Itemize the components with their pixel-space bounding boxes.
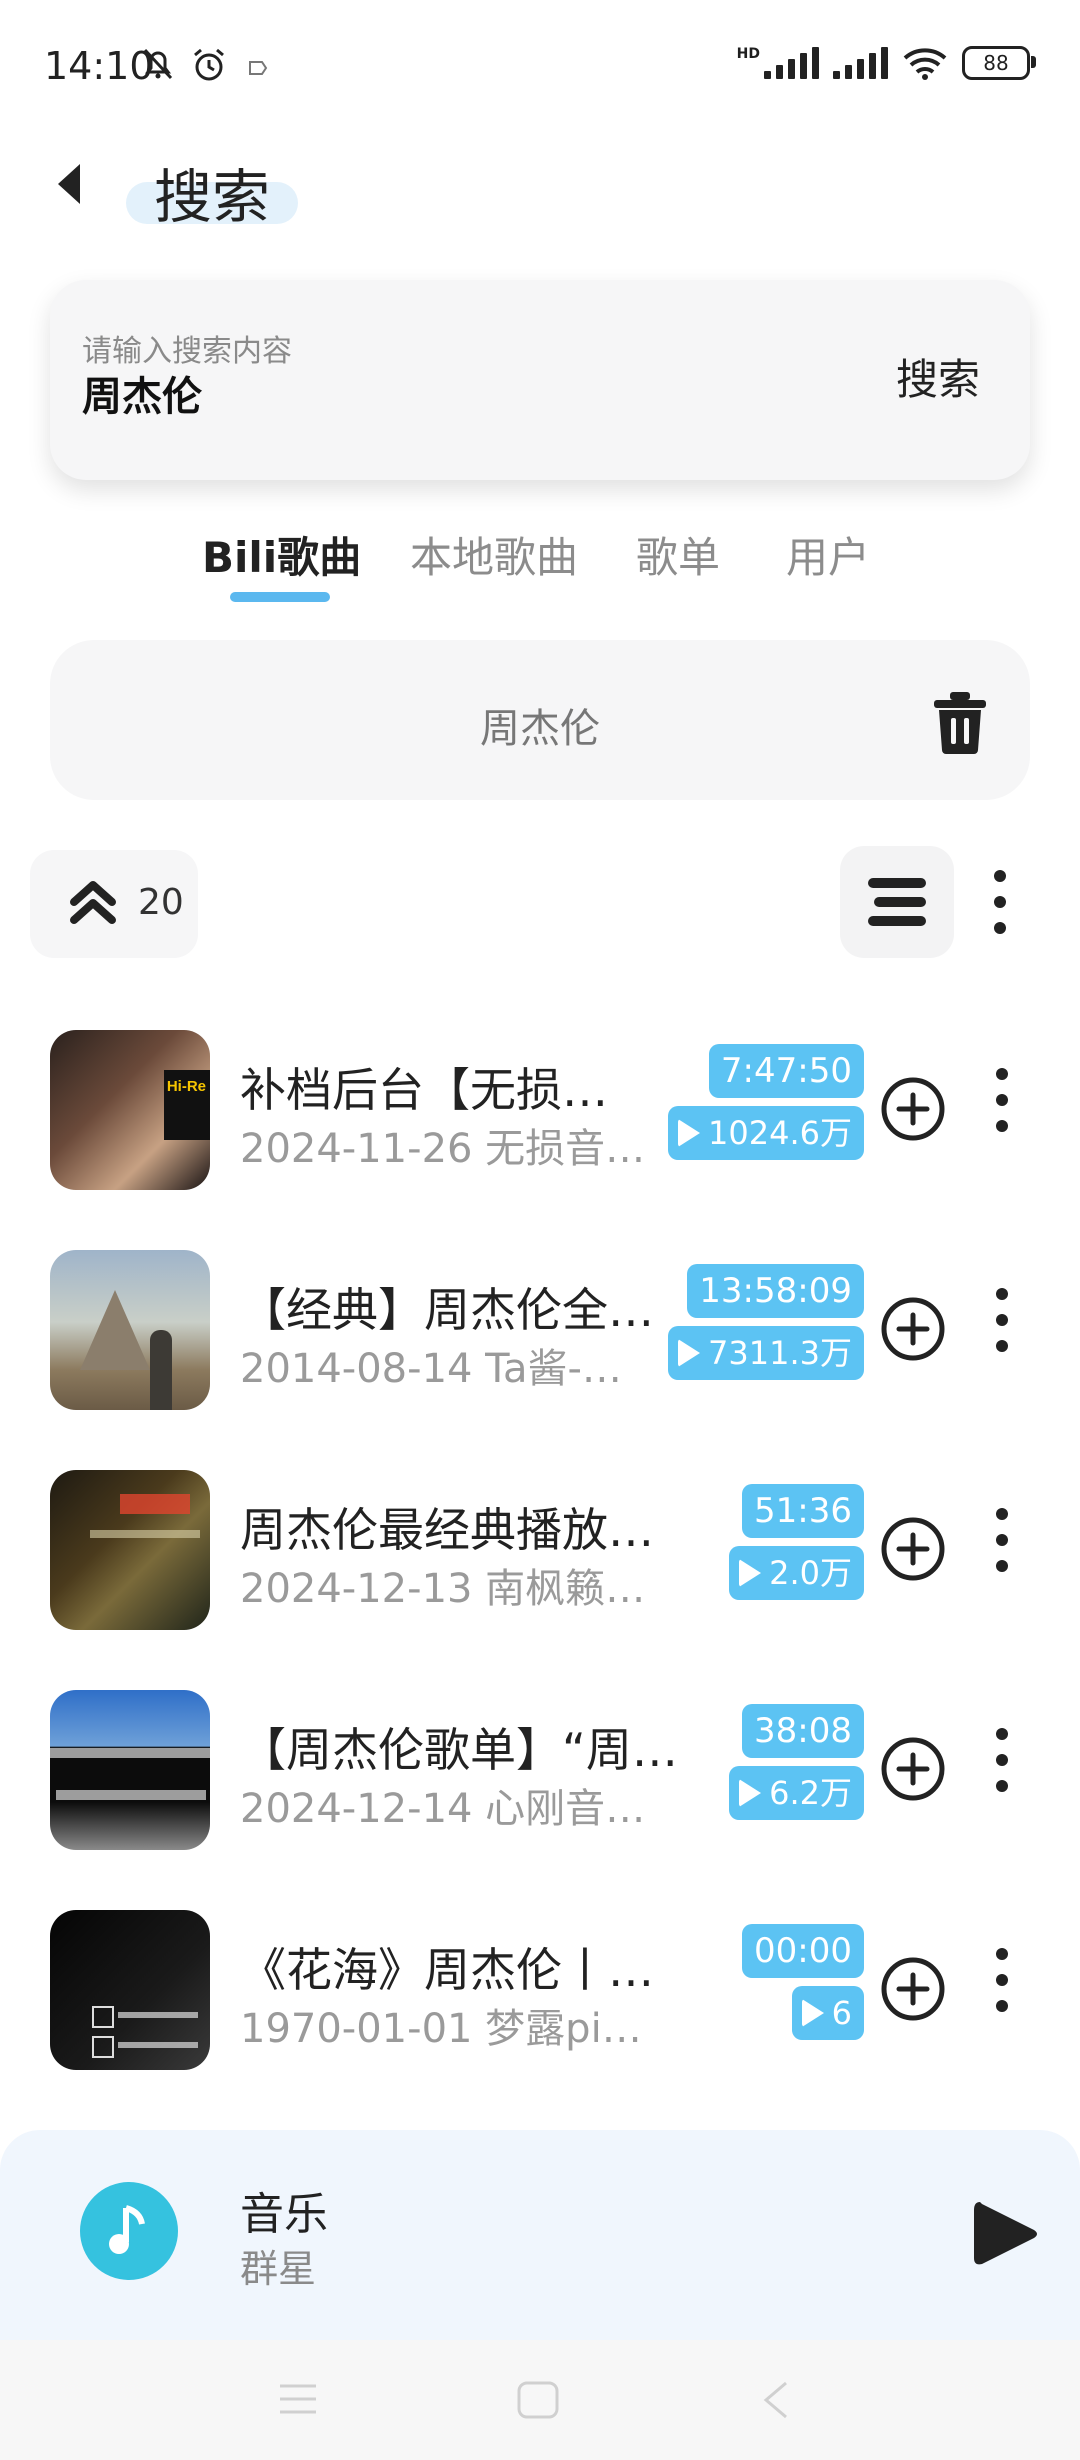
play-count-icon <box>801 1999 824 2027</box>
song-more-icon[interactable] <box>996 1948 1010 2026</box>
music-note-icon <box>109 2205 145 2254</box>
signal-icon-2 <box>833 47 888 79</box>
status-time: 14:10 <box>44 44 154 88</box>
play-count-badge: 1024.6万 <box>668 1106 864 1160</box>
play-icon[interactable] <box>970 2196 1040 2272</box>
signal-icon <box>764 47 819 79</box>
add-circle-icon[interactable] <box>880 1076 946 1142</box>
status-right: HD 88 <box>736 46 1036 80</box>
search-input[interactable] <box>82 370 842 416</box>
trash-icon[interactable] <box>930 690 990 754</box>
list-icon <box>868 878 926 926</box>
add-circle-icon[interactable] <box>880 1296 946 1362</box>
song-more-icon[interactable] <box>996 1068 1010 1146</box>
search-history-text: 周杰伦 <box>480 706 600 752</box>
search-history-chip[interactable]: 周杰伦 <box>50 640 1030 800</box>
hd-label: HD <box>736 46 760 62</box>
double-chevron-up-icon <box>70 881 116 924</box>
song-thumbnail <box>50 1470 210 1630</box>
page-title: 搜索 <box>154 163 271 231</box>
tab-playlists[interactable]: 歌单 <box>636 524 720 585</box>
song-more-icon[interactable] <box>996 1728 1010 1806</box>
page-count: 20 <box>138 882 184 923</box>
battery-level: 88 <box>983 51 1009 75</box>
tab-bar: Bili歌曲 本地歌曲 歌单 用户 <box>0 510 1080 610</box>
app-notification-icon <box>249 61 268 75</box>
play-count-icon <box>678 1339 701 1367</box>
song-title: 周杰伦最经典播放… <box>240 1503 654 1557</box>
song-more-icon[interactable] <box>996 1508 1010 1586</box>
home-icon[interactable] <box>516 2380 560 2420</box>
mute-bell-icon <box>143 48 173 80</box>
song-row[interactable]: 周杰伦最经典播放… 2024-12-13 南枫籁音… 51:36 2.0万 <box>0 1460 1080 1640</box>
duration-badge: 51:36 <box>742 1484 864 1538</box>
song-subtitle: 1970-01-01 梦露piano <box>240 2006 660 2052</box>
add-circle-icon[interactable] <box>880 1956 946 2022</box>
song-row[interactable]: 【经典】周杰伦全… 2014-08-14 Ta酱-… 13:58:09 7311… <box>0 1240 1080 1420</box>
play-count-icon <box>678 1119 701 1147</box>
tab-local-songs[interactable]: 本地歌曲 <box>410 524 578 585</box>
list-mode-button[interactable] <box>840 846 954 958</box>
add-circle-icon[interactable] <box>880 1736 946 1802</box>
menu-icon[interactable] <box>278 2382 318 2416</box>
song-thumbnail <box>50 1690 210 1850</box>
play-count: 6 <box>831 1994 852 2032</box>
system-nav-bar <box>0 2340 1080 2460</box>
tab-bili-songs[interactable]: Bili歌曲 <box>202 524 361 585</box>
active-tab-indicator <box>230 592 330 602</box>
duration-badge: 00:00 <box>742 1924 864 1978</box>
song-thumbnail <box>50 1250 210 1410</box>
song-subtitle: 2024-12-13 南枫籁音… <box>240 1566 660 1612</box>
play-count: 6.2万 <box>769 1774 852 1812</box>
play-count: 1024.6万 <box>708 1114 852 1152</box>
add-circle-icon[interactable] <box>880 1516 946 1582</box>
song-title: 【经典】周杰伦全… <box>240 1283 654 1337</box>
play-count-badge: 6 <box>791 1986 864 2040</box>
more-options-icon[interactable] <box>994 870 1008 948</box>
song-subtitle: 2014-08-14 Ta酱-… <box>240 1346 622 1392</box>
song-title: 【周杰伦歌单】“周… <box>240 1723 678 1777</box>
duration-badge: 7:47:50 <box>708 1044 864 1098</box>
status-bar: 14:10 HD 88 <box>0 0 1080 130</box>
search-field-label: 请输入搜索内容 <box>82 334 292 369</box>
tab-users[interactable]: 用户 <box>786 524 870 585</box>
wifi-icon <box>903 48 947 80</box>
play-count-icon <box>739 1779 762 1807</box>
play-count-badge: 2.0万 <box>729 1546 864 1600</box>
song-row[interactable]: 《花海》周杰伦丨钢… 1970-01-01 梦露piano 00:00 6 <box>0 1900 1080 2080</box>
song-thumbnail: Hi-Re <box>50 1030 210 1190</box>
play-count-icon <box>739 1559 762 1587</box>
play-count-badge: 6.2万 <box>729 1766 864 1820</box>
duration-badge: 38:08 <box>742 1704 864 1758</box>
play-count: 2.0万 <box>769 1554 852 1592</box>
player-song-title: 音乐 <box>240 2189 328 2240</box>
song-subtitle: 2024-12-14 心刚音乐库 <box>240 1786 660 1832</box>
back-arrow-icon[interactable] <box>50 160 90 208</box>
play-count-badge: 7311.3万 <box>668 1326 864 1380</box>
play-count: 7311.3万 <box>708 1334 852 1372</box>
song-title: 补档后台【无损… <box>240 1063 608 1117</box>
page-title-wrap: 搜索 <box>126 150 306 231</box>
search-button[interactable]: 搜索 <box>896 346 980 407</box>
mini-player[interactable]: 音乐 群星 <box>0 2130 1080 2340</box>
duration-badge: 13:58:09 <box>687 1264 864 1318</box>
alarm-icon <box>194 48 224 81</box>
song-row[interactable]: 【周杰伦歌单】“周… 2024-12-14 心刚音乐库 38:08 6.2万 <box>0 1680 1080 1860</box>
battery-indicator: 88 <box>962 46 1036 80</box>
album-disc <box>80 2182 178 2280</box>
song-row[interactable]: Hi-Re 补档后台【无损… 2024-11-26 无损音… 7:47:50 1… <box>0 1020 1080 1200</box>
song-more-icon[interactable] <box>996 1288 1010 1366</box>
song-subtitle: 2024-11-26 无损音… <box>240 1126 646 1172</box>
song-thumbnail <box>50 1910 210 2070</box>
nav-back-icon[interactable] <box>760 2380 790 2420</box>
song-title: 《花海》周杰伦丨钢… <box>240 1943 680 1997</box>
page-count-button[interactable]: 20 <box>30 850 198 958</box>
search-card: 请输入搜索内容 搜索 <box>50 280 1030 480</box>
player-artist: 群星 <box>240 2247 317 2291</box>
